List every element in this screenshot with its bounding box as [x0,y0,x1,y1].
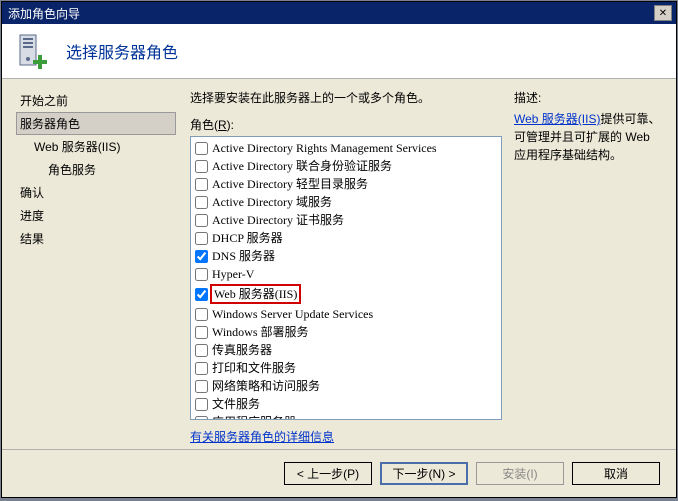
wizard-body: 开始之前服务器角色Web 服务器(IIS)角色服务确认进度结果 选择要安装在此服… [2,79,676,449]
role-label: 传真服务器 [212,342,272,358]
cancel-button[interactable]: 取消 [572,462,660,485]
role-row[interactable]: 网络策略和访问服务 [191,377,501,395]
role-row[interactable]: Web 服务器(IIS) [191,283,501,305]
role-row[interactable]: 应用程序服务器 [191,413,501,420]
role-checkbox[interactable] [195,268,208,281]
sidebar-item[interactable]: Web 服务器(IIS) [16,135,176,158]
sidebar-item[interactable]: 确认 [16,181,176,204]
role-row[interactable]: Active Directory 域服务 [191,193,501,211]
role-label: DNS 服务器 [212,248,275,264]
role-row[interactable]: Active Directory 联合身份验证服务 [191,157,501,175]
role-row[interactable]: Active Directory Rights Management Servi… [191,139,501,157]
main-content: 选择要安装在此服务器上的一个或多个角色。 角色(R): Active Direc… [176,79,676,449]
install-button[interactable]: 安装(I) [476,462,564,485]
instruction-text: 选择要安装在此服务器上的一个或多个角色。 [190,89,502,106]
description-panel: 描述: Web 服务器(IIS)提供可靠、可管理并且可扩展的 Web 应用程序基… [514,89,664,445]
role-checkbox[interactable] [195,380,208,393]
titlebar-text: 添加角色向导 [6,5,654,22]
server-role-icon [14,31,54,71]
role-label: Active Directory 轻型目录服务 [212,176,368,192]
role-checkbox[interactable] [195,308,208,321]
roles-panel: 选择要安装在此服务器上的一个或多个角色。 角色(R): Active Direc… [190,89,502,445]
role-label: 打印和文件服务 [212,360,296,376]
sidebar-item[interactable]: 结果 [16,227,176,250]
role-row[interactable]: 文件服务 [191,395,501,413]
role-label: 网络策略和访问服务 [212,378,320,394]
description-title: 描述: [514,89,664,106]
close-button[interactable]: ✕ [654,5,672,21]
role-row[interactable]: 打印和文件服务 [191,359,501,377]
role-row[interactable]: DNS 服务器 [191,247,501,265]
roles-listbox[interactable]: Active Directory Rights Management Servi… [190,136,502,420]
role-label: 文件服务 [212,396,260,412]
sidebar: 开始之前服务器角色Web 服务器(IIS)角色服务确认进度结果 [2,79,176,449]
role-label: 应用程序服务器 [212,414,296,420]
page-title: 选择服务器角色 [66,39,178,63]
roles-label: 角色(R): [190,116,502,133]
sidebar-item[interactable]: 开始之前 [16,89,176,112]
role-checkbox[interactable] [195,232,208,245]
role-label: Active Directory 证书服务 [212,212,344,228]
role-label: DHCP 服务器 [212,230,283,246]
role-checkbox[interactable] [195,178,208,191]
role-checkbox[interactable] [195,416,208,421]
role-row[interactable]: 传真服务器 [191,341,501,359]
prev-button[interactable]: < 上一步(P) [284,462,372,485]
role-row[interactable]: Active Directory 证书服务 [191,211,501,229]
role-label: Web 服务器(IIS) [210,284,301,304]
sidebar-item[interactable]: 角色服务 [16,158,176,181]
role-label: Hyper-V [212,266,254,282]
role-checkbox[interactable] [195,160,208,173]
description-link[interactable]: Web 服务器(IIS) [514,112,600,126]
role-checkbox[interactable] [195,362,208,375]
role-label: Active Directory Rights Management Servi… [212,140,437,156]
role-row[interactable]: DHCP 服务器 [191,229,501,247]
role-checkbox[interactable] [195,214,208,227]
role-checkbox[interactable] [195,326,208,339]
wizard-footer: < 上一步(P) 下一步(N) > 安装(I) 取消 [2,449,676,497]
role-label: Active Directory 联合身份验证服务 [212,158,392,174]
wizard-header: 选择服务器角色 [2,24,676,79]
role-row[interactable]: Windows Server Update Services [191,305,501,323]
role-row[interactable]: Hyper-V [191,265,501,283]
role-checkbox[interactable] [195,142,208,155]
role-checkbox[interactable] [195,196,208,209]
role-row[interactable]: Windows 部署服务 [191,323,501,341]
role-checkbox[interactable] [195,398,208,411]
role-checkbox[interactable] [195,250,208,263]
role-checkbox[interactable] [195,344,208,357]
role-checkbox[interactable] [195,288,208,301]
sidebar-item[interactable]: 进度 [16,204,176,227]
role-label: Windows 部署服务 [212,324,309,340]
next-button[interactable]: 下一步(N) > [380,462,468,485]
titlebar[interactable]: 添加角色向导 ✕ [2,2,676,24]
description-body: Web 服务器(IIS)提供可靠、可管理并且可扩展的 Web 应用程序基础结构。 [514,110,664,164]
role-label: Windows Server Update Services [212,306,373,322]
role-row[interactable]: Active Directory 轻型目录服务 [191,175,501,193]
wizard-window: 添加角色向导 ✕ 选择服务器角色 开始之前服务器角色Web 服务器(IIS)角色… [1,1,677,498]
role-label: Active Directory 域服务 [212,194,332,210]
sidebar-item[interactable]: 服务器角色 [16,112,176,135]
detail-link[interactable]: 有关服务器角色的详细信息 [190,428,502,445]
